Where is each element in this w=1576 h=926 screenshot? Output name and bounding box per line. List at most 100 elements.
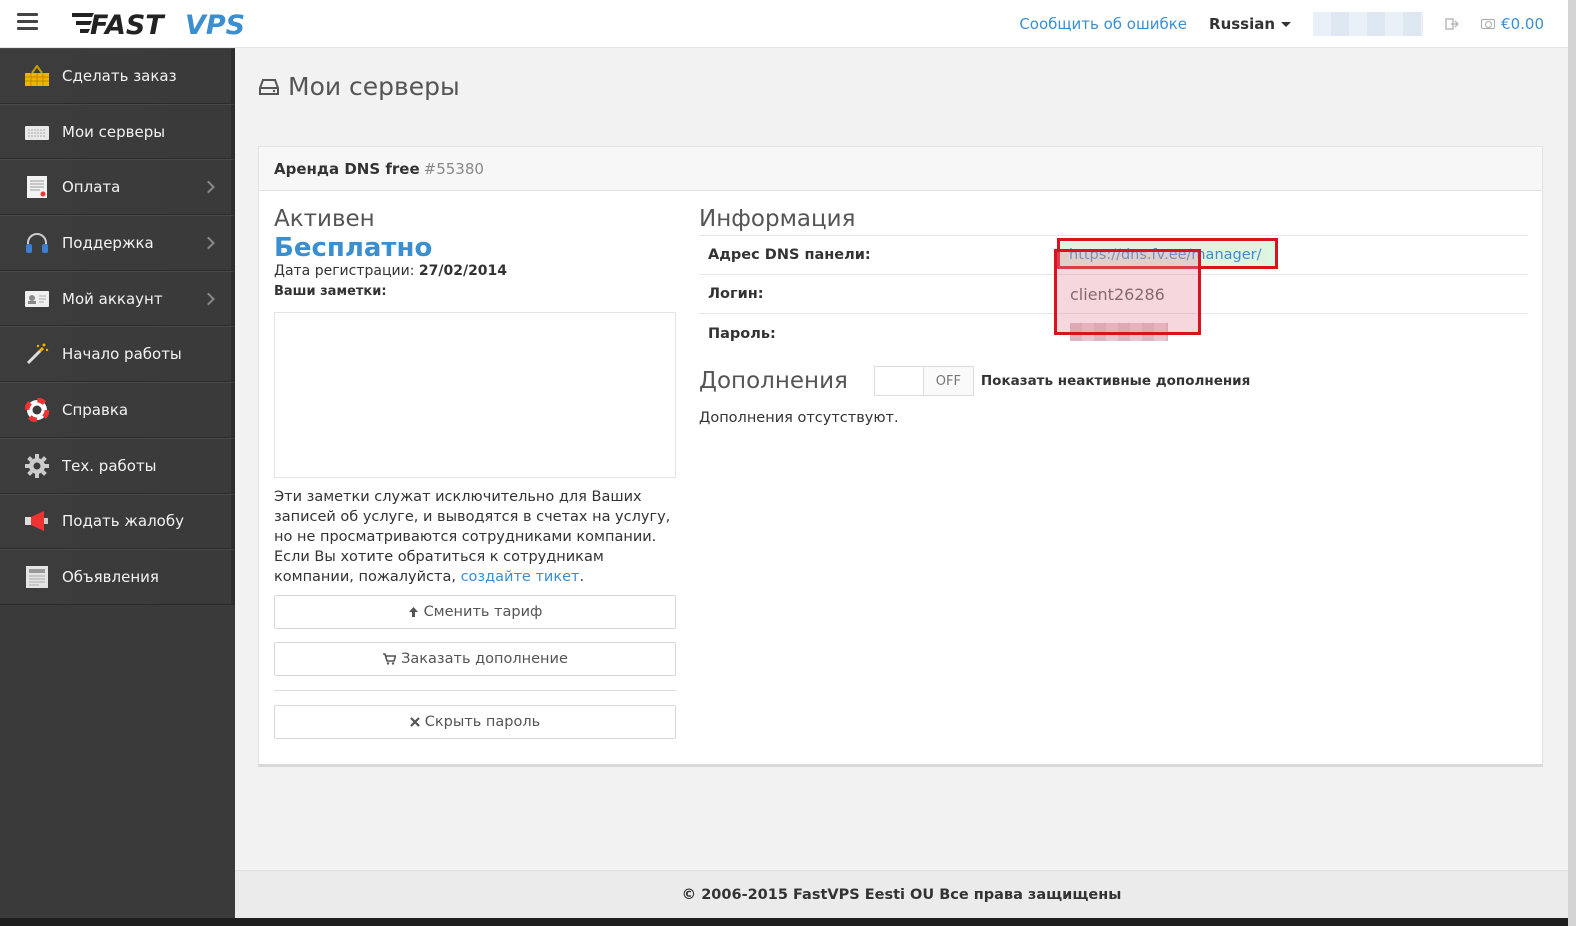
notes-help-end: . (579, 569, 585, 585)
magic-wand-icon (24, 341, 50, 367)
basket-icon (24, 63, 50, 89)
sidebar-item-label: Мой аккаунт (62, 289, 163, 308)
divider (274, 690, 676, 691)
sidebar-item-billing[interactable]: Оплата (0, 159, 235, 216)
hide-password-label: Скрыть пароль (424, 714, 541, 730)
addons-title: Дополнения (699, 368, 848, 394)
hide-password-button[interactable]: Скрыть пароль (274, 705, 676, 739)
hdd-icon (259, 78, 279, 95)
sidebar-item-label: Тех. работы (62, 456, 157, 475)
sidebar-item-label: Подать жалобу (62, 512, 184, 531)
keyboard-icon (24, 119, 50, 145)
notes-textarea[interactable] (274, 312, 676, 478)
create-ticket-link[interactable]: создайте тикет (461, 569, 580, 585)
service-panel: Аренда DNS free #55380 Активен Бесплатно… (258, 146, 1543, 767)
sidebar-item-support[interactable]: Поддержка (0, 215, 235, 271)
sidebar-item-help[interactable]: Справка (0, 382, 235, 438)
sidebar-item-label: Оплата (62, 178, 121, 197)
footer-copyright: © 2006-2015 FastVPS Eesti OU Все права з… (681, 886, 1122, 903)
arrow-up-icon (408, 607, 418, 617)
table-row: Пароль: (699, 313, 1528, 354)
sidebar-item-maintenance[interactable]: Тех. работы (0, 437, 235, 494)
registration-date-label: Дата регистрации: (274, 263, 415, 279)
sidebar-item-label: Начало работы (62, 345, 182, 364)
sidebar-item-announcements[interactable]: Объявления (0, 549, 235, 605)
registration-date: Дата регистрации: 27/02/2014 (274, 263, 676, 279)
toggle-label: Показать неактивные дополнения (980, 373, 1251, 389)
addons-header: Дополнения OFF Показать неактивные допол… (699, 366, 1528, 396)
change-tariff-label: Сменить тариф (423, 604, 543, 620)
service-price: Бесплатно (274, 233, 433, 263)
order-addon-label: Заказать дополнение (401, 651, 568, 667)
svg-text:FAST: FAST (90, 10, 166, 39)
order-addon-button[interactable]: Заказать дополнение (274, 642, 676, 676)
headphones-icon (24, 230, 50, 256)
dns-panel-link[interactable]: https://dns.fv.ee/manager/ (1063, 244, 1268, 266)
change-tariff-button[interactable]: Сменить тариф (274, 595, 676, 629)
table-row: Логин: client26286 (699, 274, 1528, 314)
login-value: client26286 (1070, 284, 1165, 304)
service-summary: Активен Бесплатно Дата регистрации: 27/0… (274, 205, 676, 739)
dns-panel-address-cell: https://dns.fv.ee/manager/ (1054, 235, 1528, 275)
hamburger-menu-icon[interactable] (17, 13, 38, 31)
service-status: Активен (274, 206, 375, 232)
sidebar: Сделать заказ Мои серверы Оплата Поддерж… (0, 48, 235, 926)
main-content: Мои серверы Аренда DNS free #55380 Актив… (235, 48, 1568, 870)
report-error-link[interactable]: Сообщить об ошибке (1019, 15, 1187, 33)
id-card-icon (24, 286, 50, 312)
sidebar-item-order[interactable]: Сделать заказ (0, 48, 235, 104)
caret-down-icon (1281, 21, 1292, 27)
sidebar-item-my-servers[interactable]: Мои серверы (0, 103, 235, 160)
info-title: Информация (699, 206, 856, 232)
footer: © 2006-2015 FastVPS Eesti OU Все права з… (235, 870, 1568, 918)
megaphone-icon (24, 508, 50, 534)
chevron-right-icon (202, 292, 215, 305)
registration-date-value: 27/02/2014 (418, 263, 508, 279)
close-icon (410, 717, 420, 727)
service-number: #55380 (423, 159, 484, 178)
service-panel-header: Аренда DNS free #55380 (259, 147, 1542, 191)
chevron-right-icon (202, 236, 215, 250)
service-name: Аренда DNS free (274, 159, 420, 178)
top-navbar: FAST VPS Сообщить об ошибке Russian €0.0… (0, 0, 1568, 48)
fastvps-logo[interactable]: FAST VPS (72, 8, 288, 40)
user-name-blurred[interactable] (1313, 12, 1424, 36)
page-title-text: Мои серверы (288, 72, 460, 101)
service-info: Информация Адрес DNS панели: https://dns… (699, 205, 1528, 426)
notes-label: Ваши заметки: (274, 284, 387, 299)
sidebar-item-account[interactable]: Мой аккаунт (0, 270, 235, 327)
password-cell (1054, 313, 1528, 354)
password-value-blurred (1070, 323, 1168, 341)
dns-panel-address-label: Адрес DNS панели: (699, 235, 1054, 275)
login-label: Логин: (699, 274, 1054, 314)
show-inactive-addons-toggle[interactable]: OFF (873, 366, 974, 396)
cart-icon (383, 653, 397, 665)
chevron-right-icon (202, 180, 215, 194)
page-title: Мои серверы (258, 72, 460, 101)
language-dropdown[interactable]: Russian (1209, 15, 1292, 33)
lifebuoy-icon (24, 397, 50, 423)
balance-value: €0.00 (1501, 15, 1544, 33)
toggle-knob (874, 367, 924, 395)
toggle-state: OFF (923, 367, 973, 395)
sidebar-item-complaint[interactable]: Подать жалобу (0, 493, 235, 550)
sidebar-item-label: Справка (62, 400, 129, 419)
language-label: Russian (1209, 15, 1276, 33)
sidebar-item-getting-started[interactable]: Начало работы (0, 326, 235, 383)
scrollbar[interactable] (1568, 0, 1576, 926)
sidebar-item-label: Сделать заказ (62, 66, 177, 85)
balance[interactable]: €0.00 (1481, 15, 1544, 33)
password-label: Пароль: (699, 313, 1054, 354)
logout-icon[interactable] (1445, 17, 1460, 31)
money-icon (1481, 19, 1496, 29)
sidebar-item-label: Поддержка (62, 233, 154, 252)
sidebar-item-label: Объявления (62, 568, 159, 587)
table-row: Адрес DNS панели: https://dns.fv.ee/mana… (699, 235, 1528, 275)
gear-icon (24, 453, 50, 479)
notes-help-text: Эти заметки служат исключительно для Ваш… (274, 487, 676, 587)
no-addons-text: Дополнения отсутствуют. (699, 410, 899, 426)
bottom-edge (0, 918, 1568, 926)
login-cell: client26286 (1054, 274, 1528, 314)
svg-text:VPS: VPS (185, 10, 245, 39)
invoice-icon (24, 174, 50, 200)
